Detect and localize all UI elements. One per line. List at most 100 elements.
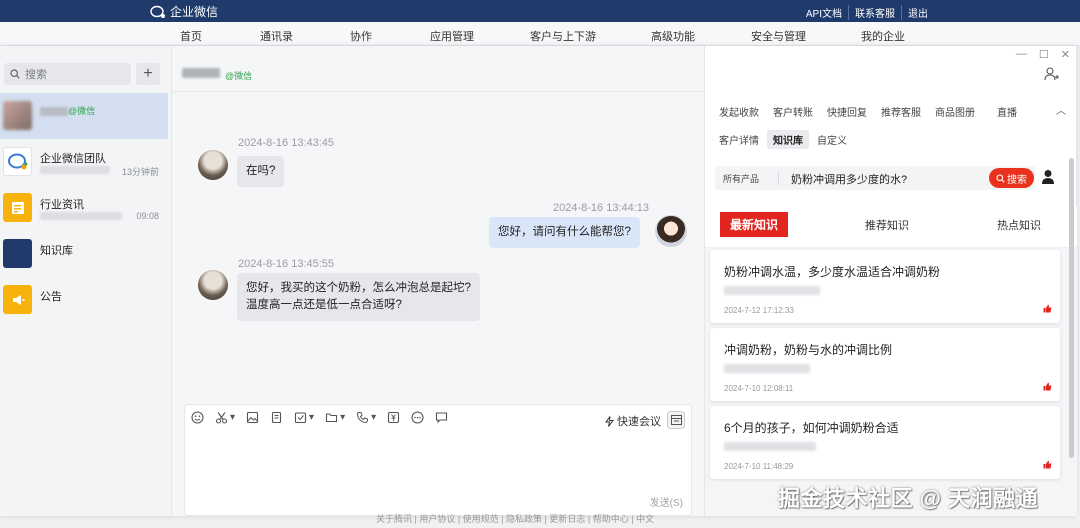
document-button[interactable]	[270, 411, 283, 424]
knowledge-search-input[interactable]: 奶粉冲调用多少度的水?	[791, 171, 907, 187]
category-latest[interactable]: 最新知识	[720, 212, 789, 237]
customer-avatar[interactable]	[198, 270, 228, 300]
payment-button[interactable]	[387, 411, 400, 424]
nav-security[interactable]: 安全与管理	[751, 28, 806, 44]
tab-custom[interactable]: 自定义	[817, 132, 847, 147]
knowledge-date: 2024-7-12 17:12:33	[724, 306, 794, 315]
nav-my-company[interactable]: 我的企业	[861, 28, 905, 44]
emoji-button[interactable]	[191, 411, 204, 424]
tab-recommend-agent[interactable]: 推荐客服	[881, 104, 921, 119]
tab-live[interactable]: 直播	[997, 104, 1017, 119]
scrollbar-thumb[interactable]	[1069, 158, 1074, 458]
sidebar-toggle-button[interactable]	[667, 411, 685, 429]
checkbox-icon	[294, 412, 307, 424]
nav-customers[interactable]: 客户与上下游	[530, 28, 596, 44]
conversation-time: 13分钟前	[121, 167, 159, 177]
knowledge-card[interactable]: 6个月的孩子，如何冲调奶粉合适 2024-7-10 11:48:29	[710, 406, 1060, 479]
more-icon	[411, 411, 424, 424]
knowledge-title: 6个月的孩子，如何冲调奶粉合适	[724, 421, 899, 435]
search-icon	[996, 173, 1005, 183]
product-filter-select[interactable]: 所有产品	[723, 172, 759, 185]
close-icon[interactable]: ✕	[1061, 48, 1070, 61]
message-bubble: 您好，我买的这个奶粉，怎么冲泡总是起坨? 温度高一点还是低一点合适呀?	[237, 273, 480, 321]
api-docs-link[interactable]: API文档	[800, 5, 848, 20]
folder-icon	[326, 413, 338, 423]
add-member-button[interactable]	[1044, 67, 1060, 84]
knowledge-title: 冲调奶粉，奶粉与水的冲调比例	[724, 343, 893, 357]
category-hot[interactable]: 热点知识	[997, 217, 1041, 233]
agent-avatar[interactable]	[655, 215, 687, 247]
minimize-icon[interactable]: —	[1016, 48, 1027, 61]
conversation-preview	[40, 166, 110, 174]
plus-icon: +	[143, 65, 153, 82]
tab-product-album[interactable]: 商品图册	[935, 104, 975, 119]
logout-link[interactable]: 退出	[901, 5, 934, 20]
search-input[interactable]: 搜索	[4, 63, 131, 85]
main-nav: 首页 通讯录 协作 应用管理 客户与上下游 高级功能 安全与管理 我的企业	[0, 22, 1080, 46]
search-button[interactable]: 搜索	[989, 168, 1034, 188]
message-composer[interactable]: ▾ ▾ ▾ ▾ 快速会议 发送(S)	[184, 404, 692, 516]
conversation-preview	[40, 212, 122, 220]
nav-collab[interactable]: 协作	[350, 28, 372, 44]
contact-support-link[interactable]: 联系客服	[848, 5, 901, 20]
knowledge-title: 奶粉冲调水温，多少度水温适合冲调奶粉	[724, 265, 941, 279]
knowledge-card[interactable]: 冲调奶粉，奶粉与水的冲调比例 2024-7-10 12:08:11	[710, 328, 1060, 401]
dropdown-caret-icon: ▾	[371, 412, 377, 423]
nav-advanced[interactable]: 高级功能	[651, 28, 695, 44]
tab-collect-payment[interactable]: 发起收款	[719, 104, 759, 119]
panel-icon	[670, 415, 682, 425]
conversation-item[interactable]: 行业资讯 09:08	[0, 185, 168, 231]
message-timestamp: 2024-8-16 13:45:55	[238, 258, 335, 270]
image-icon	[246, 411, 259, 424]
nav-apps[interactable]: 应用管理	[430, 28, 474, 44]
conversation-item[interactable]: 企业微信团队 13分钟前	[0, 139, 168, 185]
tool-tabs: 发起收款 客户转账 快捷回复 推荐客服 商品图册 直播	[719, 104, 1017, 119]
collapse-icon[interactable]: ︿	[1056, 102, 1066, 117]
image-button[interactable]	[246, 411, 259, 424]
nav-home[interactable]: 首页	[180, 28, 202, 44]
message-timestamp: 2024-8-16 13:43:45	[238, 137, 335, 149]
thumbs-up-icon[interactable]	[1043, 382, 1052, 391]
footer-links: 关于腾讯 | 用户协议 | 使用规范 | 隐私政策 | 更新日志 | 帮助中心 …	[376, 514, 655, 524]
message-bubble: 您好，请问有什么能帮您?	[489, 217, 640, 248]
scrollbar[interactable]	[1069, 158, 1074, 514]
call-button[interactable]: ▾	[356, 411, 376, 424]
knowledge-date: 2024-7-10 11:48:29	[724, 462, 794, 471]
tab-customer-details[interactable]: 客户详情	[719, 132, 759, 147]
tab-customer-transfer[interactable]: 客户转账	[773, 104, 813, 119]
knowledge-categories: 最新知识 推荐知识 热点知识	[705, 206, 1077, 248]
category-recommended[interactable]: 推荐知识	[865, 217, 909, 233]
conversation-item[interactable]: 公告	[0, 277, 168, 323]
more-button[interactable]	[411, 411, 424, 424]
tab-quick-reply[interactable]: 快捷回复	[827, 104, 867, 119]
emoji-icon	[191, 411, 204, 424]
person-icon[interactable]	[1041, 169, 1055, 188]
knowledge-list: 奶粉冲调水温，多少度水温适合冲调奶粉 2024-7-12 17:12:33 冲调…	[705, 248, 1077, 516]
brand[interactable]: 企业微信	[150, 3, 218, 20]
knowledge-date: 2024-7-10 12:08:11	[724, 384, 794, 393]
add-button[interactable]: +	[136, 63, 160, 85]
news-icon	[3, 193, 32, 222]
todo-button[interactable]: ▾	[294, 411, 314, 424]
screenshot-button[interactable]: ▾	[215, 411, 235, 424]
conversation-item[interactable]: @微信	[0, 93, 168, 139]
chat-bubble-icon	[436, 412, 448, 424]
customer-avatar[interactable]	[198, 150, 228, 180]
thumbs-up-icon[interactable]	[1043, 460, 1052, 469]
chat-title-suffix: @微信	[225, 71, 253, 81]
dropdown-caret-icon: ▾	[340, 412, 346, 423]
conversation-name: @微信	[40, 104, 95, 117]
conversation-item[interactable]: 知识库	[0, 231, 168, 277]
top-bar: 企业微信 API文档 联系客服 退出	[0, 0, 1080, 22]
quick-reply-button[interactable]	[435, 411, 448, 424]
nav-contacts[interactable]: 通讯录	[260, 28, 293, 44]
knowledge-card[interactable]: 奶粉冲调水温，多少度水温适合冲调奶粉 2024-7-12 17:12:33	[710, 250, 1060, 323]
file-button[interactable]: ▾	[325, 411, 345, 424]
quick-meeting-button[interactable]: 快速会议	[605, 413, 661, 429]
message-timestamp: 2024-8-16 13:44:13	[553, 202, 650, 214]
thumbs-up-icon[interactable]	[1043, 304, 1052, 313]
knowledge-icon	[3, 239, 32, 268]
maximize-icon[interactable]: ☐	[1039, 48, 1049, 61]
send-button[interactable]: 发送(S)	[650, 494, 683, 509]
tab-knowledge-base[interactable]: 知识库	[767, 130, 809, 149]
